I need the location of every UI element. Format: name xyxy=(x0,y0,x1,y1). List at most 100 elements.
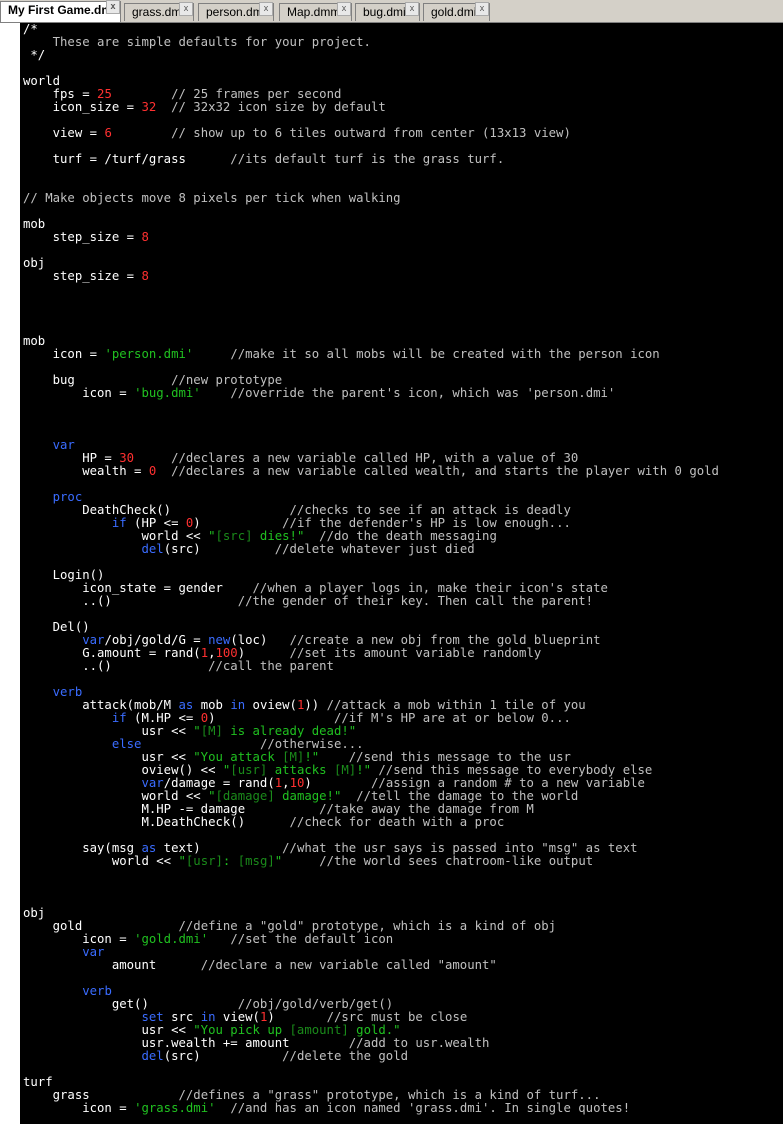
code-token: //define a "gold" prototype, which is a … xyxy=(178,919,557,933)
code-token: //tell the damage to the world xyxy=(356,789,579,803)
code-token: 0 xyxy=(200,711,209,725)
code-token: 8 xyxy=(141,269,149,283)
code-token: icon_state = gender xyxy=(23,581,253,595)
code-token: if xyxy=(111,516,127,530)
code-token: grass xyxy=(23,1088,179,1102)
code-line: wealth = 0 //declares a new variable cal… xyxy=(23,465,719,478)
code-token: DeathCheck() xyxy=(23,503,290,517)
code-token: */ xyxy=(23,48,46,62)
tab-label: Map.dmm xyxy=(287,5,341,19)
tab-grass-dmi[interactable]: grass.dmi x xyxy=(124,2,194,21)
code-editor[interactable]: /* These are simple defaults for your pr… xyxy=(20,23,783,1124)
code-token: [usr] xyxy=(185,854,223,868)
code-line: step_size = 8 xyxy=(23,231,149,244)
tab-map-dmm[interactable]: Map.dmm x xyxy=(279,2,352,21)
code-token: is already dead!" xyxy=(222,724,357,738)
close-icon[interactable]: x xyxy=(405,2,419,16)
code-token: //new prototype xyxy=(171,373,283,387)
code-line: icon_size = 32 // 32x32 icon size by def… xyxy=(23,101,386,114)
code-token: !" xyxy=(304,750,320,764)
code-line: These are simple defaults for your proje… xyxy=(23,36,371,49)
code-token: //declares a new variable called wealth,… xyxy=(171,464,719,478)
close-icon[interactable]: x xyxy=(259,2,273,16)
code-line: M.DeathCheck() //check for death with a … xyxy=(23,816,504,829)
tab-bug-dmi[interactable]: bug.dmi x xyxy=(355,2,420,21)
code-token: say(msg xyxy=(23,841,142,855)
code-line: ..() //call the parent xyxy=(23,660,334,673)
code-token: : xyxy=(222,854,238,868)
close-icon[interactable]: x xyxy=(337,2,351,16)
code-token: M.DeathCheck() xyxy=(23,815,290,829)
code-token: //override the parent's icon, which was … xyxy=(230,386,616,400)
code-token: [amount] xyxy=(289,1023,349,1037)
code-token: " xyxy=(193,724,201,738)
code-token: text) xyxy=(156,841,283,855)
code-token: 'bug.dmi' xyxy=(134,386,201,400)
code-token: ) xyxy=(237,646,290,660)
code-token: view = xyxy=(23,126,105,140)
code-token: )) xyxy=(304,698,327,712)
code-token: gold xyxy=(23,919,179,933)
code-token: //its default turf is the grass turf. xyxy=(230,152,505,166)
code-token: usr << xyxy=(23,750,194,764)
tab-my-first-game-dm[interactable]: My First Game.dm x xyxy=(0,0,121,22)
code-line: icon = 'grass.dmi' //and has an icon nam… xyxy=(23,1102,630,1115)
code-token: gold." xyxy=(348,1023,401,1037)
code-token: amount xyxy=(23,958,201,972)
code-token: //call the parent xyxy=(208,659,334,673)
code-token: //assign a random # to a new variable xyxy=(371,776,645,790)
code-token: /damage = rand( xyxy=(163,776,275,790)
code-token: [usr] xyxy=(230,763,268,777)
code-token: //obj/gold/verb/get() xyxy=(237,997,394,1011)
code-token: world << xyxy=(23,789,209,803)
close-icon[interactable]: x xyxy=(179,2,193,16)
code-token: /obj/gold/G = xyxy=(104,633,209,647)
close-icon[interactable]: x xyxy=(106,0,120,14)
code-token: Login() xyxy=(23,568,105,582)
code-token: turf xyxy=(23,1075,53,1089)
code-line: turf = /turf/grass //its default turf is… xyxy=(23,152,505,166)
code-token: ) xyxy=(304,776,372,790)
code-token: usr.wealth += amount xyxy=(23,1036,349,1050)
close-icon[interactable]: x xyxy=(475,2,489,16)
code-token: 25 xyxy=(97,87,112,101)
code-token: set xyxy=(141,1010,164,1024)
file-tab-bar: My First Game.dm x grass.dmi x person.dmi x… xyxy=(0,0,783,23)
code-line: icon = 'person.dmi' //make it so all mob… xyxy=(23,348,660,361)
code-token: , xyxy=(282,776,290,790)
code-token: del xyxy=(141,542,164,556)
code-token: "You pick up xyxy=(193,1023,290,1037)
code-token: (HP <= xyxy=(126,516,186,530)
code-token: // Make objects move 8 pixels per tick w… xyxy=(23,191,401,205)
tab-person-dmi[interactable]: person.dmi x xyxy=(198,2,274,21)
code-token: icon = xyxy=(23,932,135,946)
code-token: proc xyxy=(52,490,83,504)
code-token: //the world sees chatroom-like output xyxy=(319,854,594,868)
code-token: icon = xyxy=(23,1101,135,1115)
code-token: //create a new obj from the gold bluepri… xyxy=(289,633,601,647)
code-line: view = 6 // show up to 6 tiles outward f… xyxy=(23,127,571,140)
code-token: //declares a new variable called HP, wit… xyxy=(171,451,579,465)
code-token: [M] xyxy=(200,724,223,738)
code-token: [msg] xyxy=(237,854,275,868)
code-token: obj xyxy=(23,906,46,920)
code-token: (M.HP <= xyxy=(126,711,201,725)
code-token: world xyxy=(23,74,61,88)
code-token: wealth = xyxy=(23,464,149,478)
code-token: M.HP -= damage xyxy=(23,802,320,816)
code-token: new xyxy=(208,633,231,647)
tab-gold-dmi[interactable]: gold.dmi x xyxy=(423,2,490,21)
code-token: [M] xyxy=(282,750,305,764)
